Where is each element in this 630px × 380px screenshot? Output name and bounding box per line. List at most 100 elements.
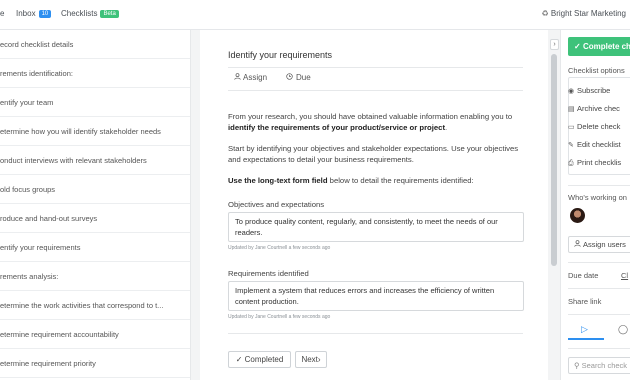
divider	[228, 67, 523, 68]
organization-switcher[interactable]: ♻ Bright Star Marketing	[541, 9, 626, 18]
assign-button[interactable]: Assign	[234, 73, 267, 82]
user-icon	[234, 73, 243, 82]
requirements-field-label: Requirements identified	[228, 269, 309, 278]
task-label: etermine requirement accountability	[0, 330, 119, 339]
task-heading[interactable]: rements analysis:	[0, 262, 190, 291]
divider	[568, 314, 630, 315]
task-label: entify your requirements	[0, 243, 81, 252]
archive-option[interactable]: ▤ Archive chec	[568, 104, 620, 113]
divider	[568, 262, 630, 263]
task-item[interactable]: etermine the work activities that corres…	[0, 291, 190, 320]
completed-button[interactable]: ✓ Completed	[228, 351, 291, 368]
task-item[interactable]: onduct interviews with relevant stakehol…	[0, 146, 190, 175]
description-paragraph: From your research, you should have obta…	[228, 111, 524, 133]
team-icon: ♻	[541, 9, 549, 18]
search-placeholder: Search check	[581, 361, 628, 370]
option-label: Edit checklist	[577, 140, 621, 149]
task-detail-panel: Identify your requirements Assign Due Fr…	[200, 30, 548, 380]
divider	[228, 333, 523, 334]
task-title: Identify your requirements	[228, 50, 333, 60]
trash-icon: ▭	[568, 124, 575, 131]
paragraph-bold-text: identify the requirements of your produc…	[228, 123, 446, 132]
search-icon: ⚲	[574, 361, 580, 370]
task-item[interactable]: old focus groups	[0, 175, 190, 204]
nav-item-partial[interactable]: e	[0, 9, 4, 18]
description-paragraph: Start by identifying your objectives and…	[228, 144, 519, 164]
task-label: ecord checklist details	[0, 40, 74, 49]
task-label: etermine requirement priority	[0, 359, 96, 368]
active-tab-indicator	[568, 338, 604, 340]
nav-checklists-label: Checklists	[61, 9, 98, 18]
due-date-clear-link[interactable]: Cl	[621, 271, 628, 280]
task-label: onduct interviews with relevant stakehol…	[0, 156, 147, 165]
play-icon[interactable]: ▷	[581, 324, 588, 335]
assign-label: Assign	[243, 73, 268, 82]
task-item[interactable]: etermine how you will identify stakehold…	[0, 117, 190, 146]
nav-inbox-label: Inbox	[16, 9, 36, 18]
user-icon	[574, 237, 583, 252]
check-icon: ✓	[235, 355, 243, 364]
checklist-side-panel: ✓ Complete ch Checklist options ◉ Subscri…	[560, 30, 630, 380]
clock-icon	[286, 73, 296, 82]
complete-checklist-button[interactable]: ✓ Complete ch	[568, 37, 630, 56]
objectives-textarea[interactable]: To produce quality content, regularly, a…	[228, 212, 524, 242]
comment-icon[interactable]: ◯	[618, 324, 628, 335]
checklist-options-title: Checklist options	[568, 66, 625, 75]
task-item[interactable]: roduce and hand-out surveys	[0, 204, 190, 233]
option-label: Subscribe	[577, 86, 611, 95]
complete-checklist-label: Complete ch	[582, 42, 630, 51]
next-label: Next	[301, 355, 318, 364]
next-button[interactable]: Next›	[295, 351, 327, 368]
option-label: Print checklis	[577, 158, 622, 167]
task-label: rements analysis:	[0, 272, 59, 281]
nav-item-inbox[interactable]: Inbox 10	[16, 9, 52, 18]
avatar[interactable]	[570, 208, 585, 223]
paragraph-text: From your research, you should have obta…	[228, 112, 513, 121]
assign-users-button[interactable]: Assign users	[568, 236, 630, 253]
task-heading[interactable]: rements identification:	[0, 59, 190, 88]
pencil-icon: ✎	[568, 142, 574, 149]
collapse-panel-button[interactable]: ›	[550, 39, 559, 50]
chevron-right-icon: ›	[317, 355, 321, 364]
task-item[interactable]: ecord checklist details	[0, 30, 190, 59]
activity-tabs: ▷ ◯	[568, 322, 630, 340]
divider	[568, 185, 630, 186]
completed-label: Completed	[244, 355, 284, 364]
nav-item-checklists[interactable]: Checklists Beta	[61, 9, 119, 18]
search-checklist-input[interactable]: ⚲ Search check	[568, 357, 630, 374]
edit-option[interactable]: ✎ Edit checklist	[568, 140, 621, 149]
assign-users-label: Assign users	[583, 240, 626, 249]
subscribe-option[interactable]: ◉ Subscribe	[568, 86, 610, 95]
requirements-textarea[interactable]: Implement a system that reduces errors a…	[228, 281, 524, 311]
divider	[228, 90, 523, 91]
print-option[interactable]: ⎙ Print checklis	[568, 158, 621, 168]
description-paragraph: Use the long-text form field below to de…	[228, 175, 524, 186]
beta-badge: Beta	[100, 10, 119, 18]
task-label: roduce and hand-out surveys	[0, 214, 98, 223]
task-item[interactable]: etermine requirement accountability	[0, 320, 190, 349]
update-note: Updated by Jane Courtnell a few seconds …	[228, 314, 331, 320]
eye-icon: ◉	[568, 88, 575, 95]
check-icon: ✓	[574, 42, 581, 51]
objectives-field-label: Objectives and expectations	[228, 200, 325, 209]
task-item[interactable]: etermine requirement priority	[0, 349, 190, 378]
delete-option[interactable]: ▭ Delete check	[568, 122, 620, 131]
divider	[568, 288, 630, 289]
task-label: etermine how you will identify stakehold…	[0, 127, 161, 136]
update-note: Updated by Jane Courtnell a few seconds …	[228, 245, 331, 251]
share-link-label[interactable]: Share link	[568, 297, 601, 306]
organization-name: Bright Star Marketing	[550, 9, 626, 18]
due-button[interactable]: Due	[286, 73, 311, 82]
task-label: entify your team	[0, 98, 54, 107]
scrollbar-thumb[interactable]	[551, 54, 557, 266]
task-label: rements identification:	[0, 69, 73, 78]
paragraph-bold-text: Use the long-text form field	[228, 176, 328, 185]
printer-icon: ⎙	[568, 160, 574, 167]
inbox-count-badge: 10	[38, 10, 52, 18]
archive-icon: ▤	[568, 106, 575, 113]
task-item-active[interactable]: entify your requirements	[0, 233, 190, 262]
task-item[interactable]: entify your team	[0, 88, 190, 117]
paragraph-text: below to detail the requirements identif…	[327, 176, 474, 185]
chevron-right-icon: ›	[553, 41, 556, 48]
due-label: Due	[296, 73, 311, 82]
